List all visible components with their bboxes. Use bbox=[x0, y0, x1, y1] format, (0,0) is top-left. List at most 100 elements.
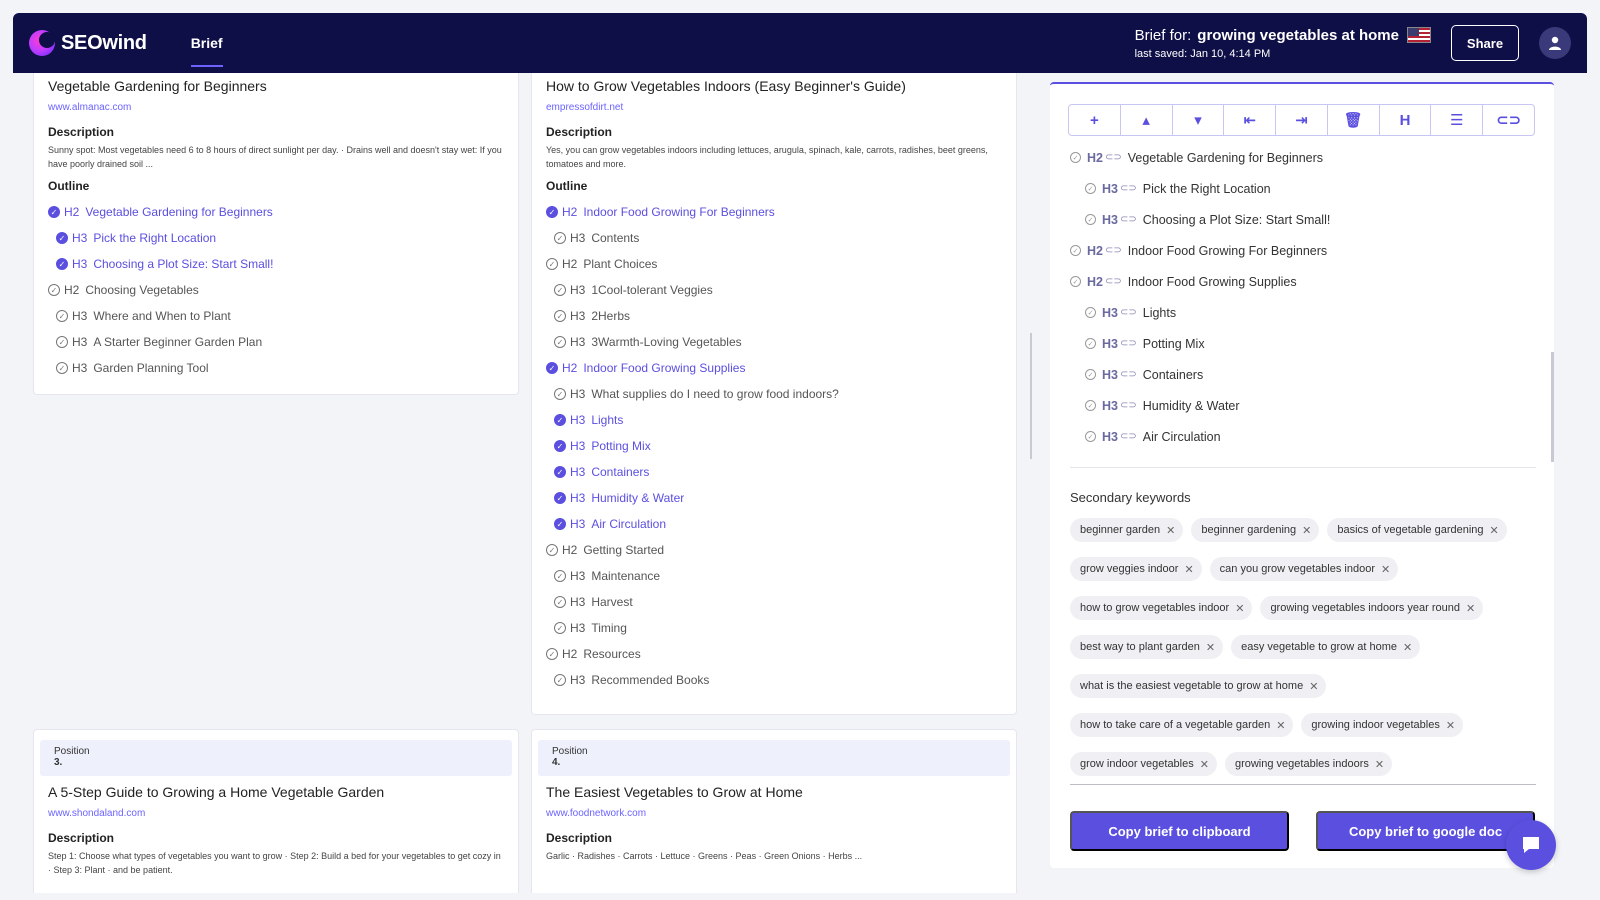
outline-item[interactable]: ✓ H2 Plant Choices bbox=[546, 251, 1002, 277]
share-button[interactable]: Share bbox=[1451, 25, 1519, 61]
description-label: Description bbox=[48, 125, 115, 139]
heading-level: H3 bbox=[1102, 212, 1118, 227]
copy-to-clipboard-button[interactable]: Copy brief to clipboard bbox=[1070, 811, 1289, 851]
result-url[interactable]: www.almanac.com bbox=[48, 102, 504, 113]
close-icon[interactable]: ✕ bbox=[1490, 524, 1499, 537]
outline-item[interactable]: ✓ H2 Choosing Vegetables bbox=[48, 277, 504, 303]
brief-outline-item[interactable]: ✓ H2 ⊂⊃ Indoor Food Growing Supplies bbox=[1070, 266, 1536, 297]
chat-button[interactable] bbox=[1506, 820, 1556, 870]
outline-text: Harvest bbox=[591, 595, 633, 609]
close-icon[interactable]: ✕ bbox=[1302, 524, 1311, 537]
description-label: Description bbox=[546, 125, 613, 139]
keyword-chip: growing vegetables indoors ✕ bbox=[1224, 752, 1393, 776]
logo[interactable]: SEOwind bbox=[29, 30, 147, 56]
brief-outline-item[interactable]: ✓ H3 ⊂⊃ Lights bbox=[1070, 297, 1536, 328]
outline-item[interactable]: ✓ H3 Lights bbox=[546, 407, 1002, 433]
indent-button[interactable]: ⇥ bbox=[1276, 105, 1328, 135]
close-icon[interactable]: ✕ bbox=[1466, 602, 1475, 615]
outline-item[interactable]: ✓ H3 Choosing a Plot Size: Start Small! bbox=[48, 251, 504, 277]
close-icon[interactable]: ✕ bbox=[1235, 602, 1244, 615]
close-icon[interactable]: ✕ bbox=[1276, 719, 1285, 732]
link-icon: ⊂⊃ bbox=[1104, 245, 1122, 256]
close-icon[interactable]: ✕ bbox=[1375, 758, 1384, 771]
keyword-text: best way to plant garden bbox=[1080, 641, 1200, 653]
indent-icon: ⇥ bbox=[1295, 112, 1308, 129]
close-icon[interactable]: ✕ bbox=[1206, 641, 1215, 654]
outline-item[interactable]: ✓ H3 Recommended Books bbox=[546, 667, 1002, 693]
content-scrollbar[interactable] bbox=[1030, 333, 1032, 459]
outline-item[interactable]: ✓ H3 A Starter Beginner Garden Plan bbox=[48, 329, 504, 355]
result-title[interactable]: The Easiest Vegetables to Grow at Home bbox=[546, 784, 1002, 800]
outline-item[interactable]: ✓ H3 Humidity & Water bbox=[546, 485, 1002, 511]
user-avatar[interactable] bbox=[1539, 27, 1571, 59]
trash-button[interactable]: 🗑 bbox=[1328, 105, 1380, 135]
close-icon[interactable]: ✕ bbox=[1200, 758, 1209, 771]
outline-item[interactable]: ✓ H2 Indoor Food Growing Supplies bbox=[546, 355, 1002, 381]
heading-level: H3 bbox=[1102, 305, 1118, 320]
outline-text: Lights bbox=[1142, 305, 1177, 320]
brief-outline-item[interactable]: ✓ H2 ⊂⊃ Indoor Food Growing For Beginners bbox=[1070, 235, 1536, 266]
result-title[interactable]: Vegetable Gardening for Beginners bbox=[48, 78, 504, 94]
brief-outline-item[interactable]: ✓ H3 ⊂⊃ Choosing a Plot Size: Start Small! bbox=[1070, 204, 1536, 235]
check-circle-icon: ✓ bbox=[554, 674, 566, 686]
outline-item[interactable]: ✓ H3 Contents bbox=[546, 225, 1002, 251]
outline-item[interactable]: ✓ H3 Harvest bbox=[546, 589, 1002, 615]
outline-item[interactable]: ✓ H3 Timing bbox=[546, 615, 1002, 641]
outline-item[interactable]: ✓ H3 Where and When to Plant bbox=[48, 303, 504, 329]
close-icon[interactable]: ✕ bbox=[1184, 563, 1193, 576]
result-url[interactable]: empressofdirt.net bbox=[546, 102, 1002, 113]
outline-item[interactable]: ✓ H3 Maintenance bbox=[546, 563, 1002, 589]
outdent-button[interactable]: ⇤ bbox=[1224, 105, 1277, 135]
brief-outline-item[interactable]: ✓ H3 ⊂⊃ Pick the Right Location bbox=[1070, 173, 1536, 204]
heading-level: H3 bbox=[570, 569, 586, 583]
link-button[interactable]: ⊂⊃ bbox=[1483, 105, 1534, 135]
brief-outline-item[interactable]: ✓ H3 ⊂⊃ Humidity & Water bbox=[1070, 390, 1536, 421]
result-url[interactable]: www.foodnetwork.com bbox=[546, 808, 1002, 819]
link-icon: ⊂⊃ bbox=[1119, 431, 1137, 442]
close-icon[interactable]: ✕ bbox=[1166, 524, 1175, 537]
outline-item[interactable]: ✓ H3 3Warmth-Loving Vegetables bbox=[546, 329, 1002, 355]
brief-outline-item[interactable]: ✓ H3 ⊂⊃ Air Circulation bbox=[1070, 421, 1536, 452]
result-title[interactable]: How to Grow Vegetables Indoors (Easy Beg… bbox=[546, 78, 1002, 94]
keyword-chip: growing indoor vegetables ✕ bbox=[1301, 713, 1464, 737]
brief-outline-item[interactable]: ✓ H2 ⊂⊃ Vegetable Gardening for Beginners bbox=[1070, 142, 1536, 173]
keyword-chip: best way to plant garden ✕ bbox=[1070, 635, 1224, 659]
outline-item[interactable]: ✓ H2 Vegetable Gardening for Beginners bbox=[48, 199, 504, 225]
outline-text: Recommended Books bbox=[591, 673, 710, 687]
list-button[interactable]: ☰ bbox=[1431, 105, 1484, 135]
brief-keyword: growing vegetables at home bbox=[1197, 26, 1399, 44]
keyword-text: basics of vegetable gardening bbox=[1337, 524, 1484, 536]
result-url[interactable]: www.shondaland.com bbox=[48, 808, 504, 819]
close-icon[interactable]: ✕ bbox=[1309, 680, 1318, 693]
outline-item[interactable]: ✓ H3 Air Circulation bbox=[546, 511, 1002, 537]
brief-outline-item[interactable]: ✓ H3 ⊂⊃ Potting Mix bbox=[1070, 328, 1536, 359]
keywords-input-line[interactable] bbox=[1070, 784, 1536, 785]
plus-button[interactable]: + bbox=[1069, 105, 1121, 135]
check-circle-icon: ✓ bbox=[56, 362, 68, 374]
tab-brief[interactable]: Brief bbox=[190, 27, 223, 67]
check-circle-icon: ✓ bbox=[554, 310, 566, 322]
result-title[interactable]: A 5-Step Guide to Growing a Home Vegetab… bbox=[48, 784, 504, 800]
outline-item[interactable]: ✓ H3 Potting Mix bbox=[546, 433, 1002, 459]
position-label: Position bbox=[552, 746, 588, 757]
plus-icon: + bbox=[1090, 111, 1099, 129]
close-icon[interactable]: ✕ bbox=[1446, 719, 1455, 732]
outline-item[interactable]: ✓ H3 Containers bbox=[546, 459, 1002, 485]
copy-to-google-doc-button[interactable]: Copy brief to google doc bbox=[1316, 811, 1535, 851]
outline-item[interactable]: ✓ H3 Garden Planning Tool bbox=[48, 355, 504, 381]
outline-item[interactable]: ✓ H3 1Cool-tolerant Veggies bbox=[546, 277, 1002, 303]
panel-scrollbar[interactable] bbox=[1551, 352, 1554, 462]
outline-item[interactable]: ✓ H3 2Herbs bbox=[546, 303, 1002, 329]
outline-item[interactable]: ✓ H3 Pick the Right Location bbox=[48, 225, 504, 251]
heading-button[interactable]: H bbox=[1380, 105, 1432, 135]
outline-item[interactable]: ✓ H2 Resources bbox=[546, 641, 1002, 667]
check-circle-icon: ✓ bbox=[1070, 245, 1081, 256]
move-down-button[interactable]: ▾ bbox=[1173, 105, 1225, 135]
outline-item[interactable]: ✓ H3 What supplies do I need to grow food … bbox=[546, 381, 1002, 407]
close-icon[interactable]: ✕ bbox=[1381, 563, 1390, 576]
outline-item[interactable]: ✓ H2 Indoor Food Growing For Beginners bbox=[546, 199, 1002, 225]
close-icon[interactable]: ✕ bbox=[1403, 641, 1412, 654]
outline-item[interactable]: ✓ H2 Getting Started bbox=[546, 537, 1002, 563]
move-up-button[interactable]: ▴ bbox=[1121, 105, 1173, 135]
brief-outline-item[interactable]: ✓ H3 ⊂⊃ Containers bbox=[1070, 359, 1536, 390]
